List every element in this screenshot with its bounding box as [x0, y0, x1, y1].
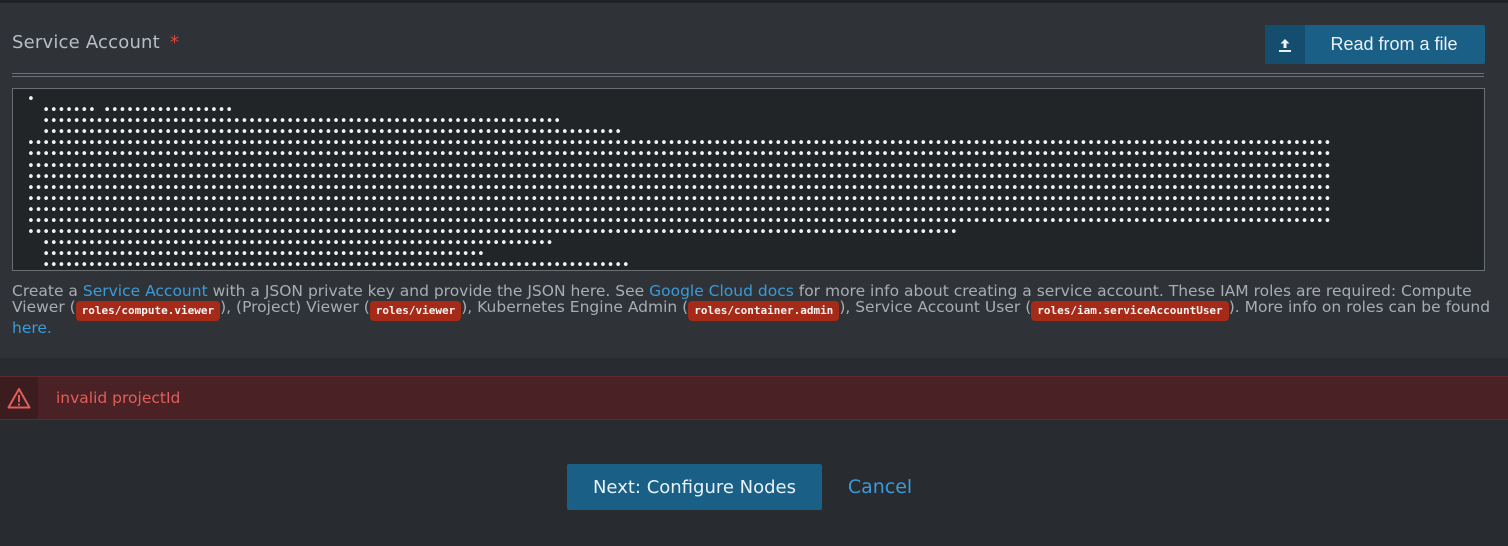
roles-here-link[interactable]: here. [12, 319, 52, 337]
role-container-admin-code: roles/container.admin [688, 300, 840, 321]
warning-icon [0, 377, 38, 419]
role-viewer-code: roles/viewer [369, 300, 462, 321]
required-marker: * [169, 32, 180, 53]
role-compute-viewer-code: roles/compute.viewer [75, 300, 221, 321]
error-message: invalid projectId [56, 389, 181, 407]
header-divider [12, 73, 1484, 74]
service-account-json-field[interactable]: • ••••••• ••••••••••••••••• ••••••••••••… [12, 88, 1485, 271]
help-text-part: ). More info on roles can be found [1228, 297, 1491, 316]
next-configure-nodes-button[interactable]: Next: Configure Nodes [567, 464, 822, 510]
role-sa-user-code: roles/iam.serviceAccountUser [1031, 300, 1229, 321]
service-account-help-text: Create a Service Account with a JSON pri… [12, 282, 1492, 337]
service-account-link[interactable]: Service Account [83, 282, 208, 300]
header-divider-secondary [12, 76, 1484, 77]
read-from-file-label: Read from a file [1330, 34, 1458, 54]
cancel-button[interactable]: Cancel [840, 464, 920, 510]
service-account-label-text: Service Account [12, 32, 160, 53]
error-banner: invalid projectId [0, 376, 1508, 420]
help-text-part: ), (Project) Viewer ( [220, 297, 370, 316]
service-account-label: Service Account * [12, 32, 179, 53]
help-text-part: ), Kubernetes Engine Admin ( [461, 297, 689, 316]
help-text-part: ), Service Account User ( [839, 297, 1032, 316]
upload-icon [1265, 25, 1305, 64]
read-from-file-button[interactable]: Read from a file [1265, 25, 1485, 64]
